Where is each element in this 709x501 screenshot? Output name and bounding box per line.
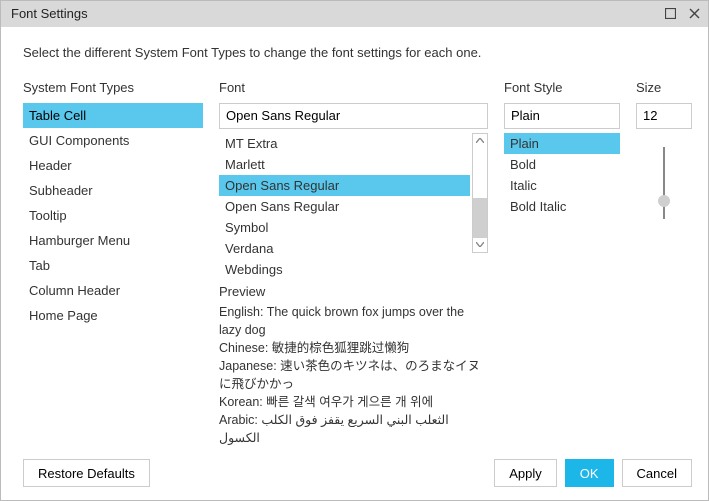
font-option[interactable]: Verdana	[219, 238, 470, 259]
preview-ja: Japanese: 速い茶色のキツネは、のろまなイヌに飛びかかっ	[219, 357, 488, 393]
type-item-hamburger[interactable]: Hamburger Menu	[23, 228, 203, 253]
preview-zh: Chinese: 敏捷的棕色狐狸跳过懒狗	[219, 339, 488, 357]
font-option[interactable]: Open Sans Regular	[219, 175, 470, 196]
scroll-thumb[interactable]	[473, 198, 487, 238]
content-area: Select the different System Font Types t…	[1, 27, 708, 457]
type-item-tooltip[interactable]: Tooltip	[23, 203, 203, 228]
apply-button[interactable]: Apply	[494, 459, 557, 487]
scroll-up-icon[interactable]	[473, 134, 487, 148]
font-scrollbar[interactable]	[472, 133, 488, 253]
scroll-down-icon[interactable]	[473, 238, 487, 252]
size-header: Size	[636, 80, 692, 95]
font-option[interactable]: Marlett	[219, 154, 470, 175]
restore-defaults-button[interactable]: Restore Defaults	[23, 459, 150, 487]
preview-ar: Arabic: الثعلب البني السريع يقفز فوق الك…	[219, 411, 488, 447]
close-icon[interactable]	[686, 6, 702, 22]
types-header: System Font Types	[23, 80, 203, 95]
font-list[interactable]: MT Extra Marlett Open Sans Regular Open …	[219, 133, 470, 280]
font-list-wrap: MT Extra Marlett Open Sans Regular Open …	[219, 133, 488, 280]
maximize-icon[interactable]	[662, 6, 678, 22]
style-header: Font Style	[504, 80, 620, 95]
font-header: Font	[219, 80, 488, 95]
font-option[interactable]: Symbol	[219, 217, 470, 238]
size-input[interactable]	[636, 103, 692, 129]
intro-text: Select the different System Font Types t…	[23, 45, 692, 60]
columns: System Font Types Table Cell GUI Compone…	[23, 80, 692, 447]
preview-ko: Korean: 빠른 갈색 여우가 게으른 개 위에	[219, 393, 488, 411]
font-option[interactable]: Webdings	[219, 259, 470, 280]
style-option[interactable]: Bold Italic	[504, 196, 620, 217]
font-column: Font MT Extra Marlett Open Sans Regular …	[219, 80, 488, 447]
size-column: Size	[636, 80, 692, 447]
preview-en: English: The quick brown fox jumps over …	[219, 303, 488, 339]
style-option[interactable]: Italic	[504, 175, 620, 196]
type-item-column-header[interactable]: Column Header	[23, 278, 203, 303]
types-list[interactable]: Table Cell GUI Components Header Subhead…	[23, 103, 203, 328]
preview-header: Preview	[219, 284, 488, 299]
titlebar: Font Settings	[1, 1, 708, 27]
slider-track[interactable]	[663, 147, 665, 219]
font-settings-dialog: Font Settings Select the different Syste…	[0, 0, 709, 501]
type-item-table-cell[interactable]: Table Cell	[23, 103, 203, 128]
scroll-track[interactable]	[473, 148, 487, 238]
style-input[interactable]	[504, 103, 620, 129]
style-option[interactable]: Plain	[504, 133, 620, 154]
types-column: System Font Types Table Cell GUI Compone…	[23, 80, 203, 447]
style-list[interactable]: Plain Bold Italic Bold Italic	[504, 133, 620, 217]
type-item-home-page[interactable]: Home Page	[23, 303, 203, 328]
footer: Restore Defaults Apply OK Cancel	[1, 457, 708, 500]
font-option[interactable]: MT Extra	[219, 133, 470, 154]
ok-button[interactable]: OK	[565, 459, 614, 487]
font-input[interactable]	[219, 103, 488, 129]
preview-body: English: The quick brown fox jumps over …	[219, 303, 488, 447]
window-title: Font Settings	[11, 6, 654, 21]
cancel-button[interactable]: Cancel	[622, 459, 692, 487]
size-slider[interactable]	[636, 147, 692, 219]
type-item-tab[interactable]: Tab	[23, 253, 203, 278]
slider-handle[interactable]	[658, 195, 670, 207]
type-item-gui[interactable]: GUI Components	[23, 128, 203, 153]
style-column: Font Style Plain Bold Italic Bold Italic	[504, 80, 620, 447]
type-item-header[interactable]: Header	[23, 153, 203, 178]
type-item-subheader[interactable]: Subheader	[23, 178, 203, 203]
style-option[interactable]: Bold	[504, 154, 620, 175]
font-option[interactable]: Open Sans Regular	[219, 196, 470, 217]
